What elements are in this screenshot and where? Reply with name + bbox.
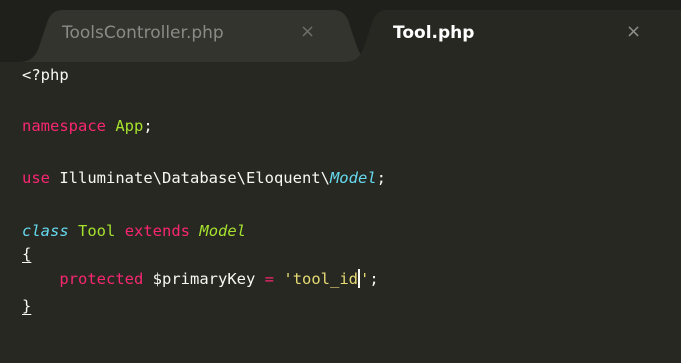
tab-label: ToolsController.php <box>62 23 224 43</box>
semicolon: ; <box>369 270 379 288</box>
tab-label: Tool.php <box>393 23 475 43</box>
namespace-keyword: namespace <box>22 117 106 135</box>
namespace-name: App <box>115 117 144 135</box>
use-keyword: use <box>22 169 50 187</box>
code-area[interactable]: <?php namespace App; use Illuminate\Data… <box>0 62 681 363</box>
string-value: 'tool_id <box>283 270 359 288</box>
assignment-operator: = <box>264 270 275 288</box>
close-brace: } <box>22 297 32 315</box>
open-brace: { <box>22 245 32 263</box>
semicolon: ; <box>143 117 153 135</box>
semicolon: ; <box>376 169 386 187</box>
tab-toolscontroller[interactable]: ToolsController.php × <box>18 10 378 62</box>
protected-keyword: protected <box>59 270 144 288</box>
code-line-5: use Illuminate\Database\Eloquent\Model; <box>22 166 386 190</box>
gutter <box>0 62 12 363</box>
php-open-tag: <?php <box>22 66 69 84</box>
code-line-9: protected $primaryKey = 'tool_id '; <box>22 267 379 291</box>
class-name: Tool <box>78 222 116 240</box>
code-line-1: <?php <box>22 63 69 87</box>
model-class-name: Model <box>329 169 377 187</box>
close-icon[interactable]: × <box>300 22 315 42</box>
tab-tool-php[interactable]: Tool.php × <box>343 10 681 62</box>
close-icon[interactable]: × <box>626 22 641 42</box>
extends-keyword: extends <box>124 222 191 240</box>
code-line-3: namespace App; <box>22 114 153 138</box>
use-path: Illuminate\Database\Eloquent\ <box>59 169 330 187</box>
code-line-10: } <box>22 294 31 318</box>
code-editor-window: ToolsController.php × Tool.php × <?php n… <box>0 0 681 363</box>
string-close-quote: ' <box>360 270 370 288</box>
code-line-7: class Tool extends Model <box>22 219 246 243</box>
code-line-8: { <box>22 242 31 266</box>
tab-bar: ToolsController.php × Tool.php × <box>0 0 681 62</box>
variable-name: $primaryKey <box>152 270 256 288</box>
parent-class-name: Model <box>199 222 247 240</box>
class-keyword: class <box>22 222 69 240</box>
